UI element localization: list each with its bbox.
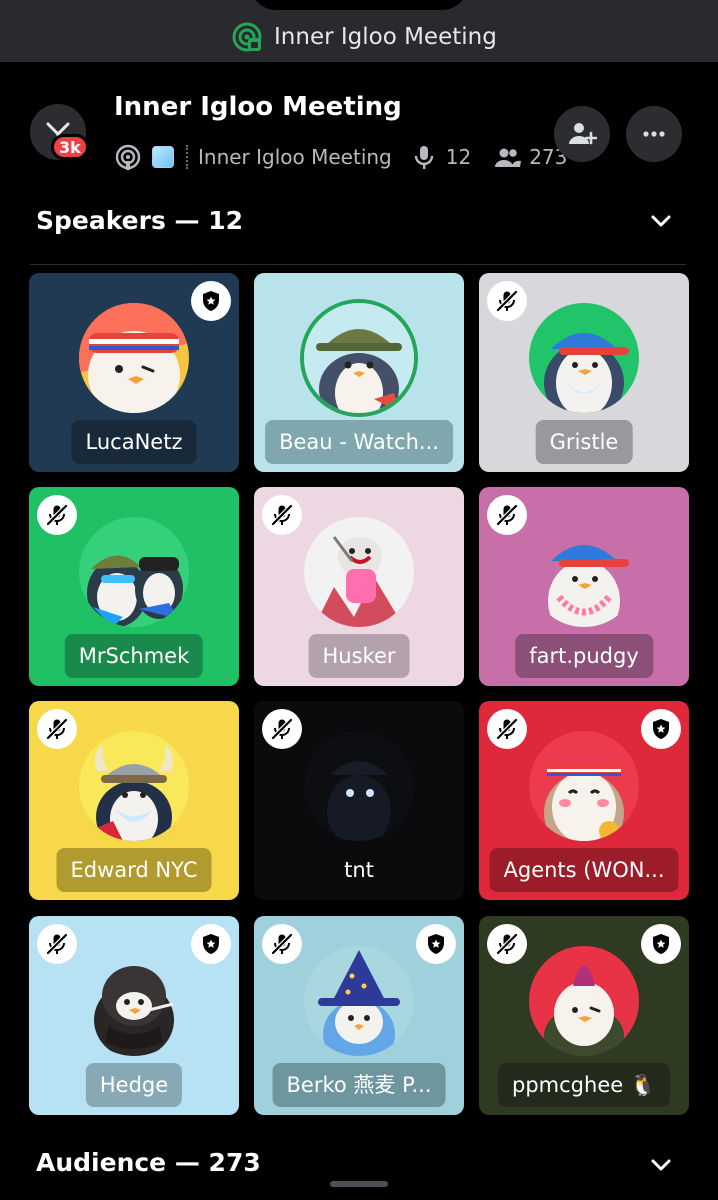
speaker-name: ppmcghee 🐧 bbox=[498, 1063, 670, 1107]
speaker-tile[interactable]: Berko 燕麦 P... bbox=[254, 916, 464, 1115]
moderator-badge bbox=[191, 281, 231, 321]
speaker-tile[interactable]: Agents (WON... bbox=[479, 701, 689, 900]
stage-meta-row: Inner Igloo Meeting 12 273 bbox=[114, 142, 589, 172]
speaker-tile[interactable]: Beau - Watch... bbox=[254, 273, 464, 472]
avatar bbox=[79, 517, 189, 627]
avatar bbox=[529, 303, 639, 413]
speaker-name: Agents (WON... bbox=[489, 848, 679, 892]
speaker-name: Husker bbox=[308, 634, 410, 678]
moderator-badge bbox=[416, 924, 456, 964]
microphone-off-icon bbox=[495, 932, 519, 956]
speaker-name: fart.pudgy bbox=[515, 634, 653, 678]
speaker-name: Edward NYC bbox=[56, 848, 212, 892]
ice-cube-emoji bbox=[152, 146, 174, 168]
microphone-off-icon bbox=[45, 503, 69, 527]
speaker-tile[interactable]: Edward NYC bbox=[29, 701, 239, 900]
muted-indicator bbox=[487, 709, 527, 749]
stage-title-bar[interactable]: Inner Igloo Meeting bbox=[232, 22, 497, 52]
avatar bbox=[304, 731, 414, 841]
top-bar: Inner Igloo Meeting bbox=[0, 0, 718, 62]
avatar bbox=[304, 517, 414, 627]
shield-star-icon bbox=[199, 932, 223, 956]
chevron-down-icon[interactable] bbox=[648, 208, 674, 234]
microphone-off-icon bbox=[495, 503, 519, 527]
speaker-name: Hedge bbox=[85, 1063, 183, 1107]
muted-indicator bbox=[262, 709, 302, 749]
moderator-badge bbox=[191, 924, 231, 964]
speakers-heading: Speakers — 12 bbox=[36, 206, 244, 235]
shield-star-icon bbox=[424, 932, 448, 956]
muted-indicator bbox=[262, 495, 302, 535]
chevron-down-icon[interactable] bbox=[648, 1152, 674, 1178]
speaker-tile[interactable]: ppmcghee 🐧 bbox=[479, 916, 689, 1115]
microphone-off-icon bbox=[495, 717, 519, 741]
section-divider bbox=[30, 264, 686, 265]
speaker-tile[interactable]: Hedge bbox=[29, 916, 239, 1115]
shield-star-icon bbox=[649, 932, 673, 956]
moderator-badge bbox=[641, 924, 681, 964]
stage-icon bbox=[115, 144, 141, 170]
server-badge: 3k bbox=[51, 134, 89, 160]
avatar bbox=[529, 517, 639, 627]
camera-notch bbox=[250, 0, 468, 10]
muted-indicator bbox=[487, 281, 527, 321]
more-icon bbox=[643, 131, 665, 137]
shield-star-icon bbox=[649, 717, 673, 741]
avatar bbox=[304, 303, 414, 413]
microphone-off-icon bbox=[45, 932, 69, 956]
avatar bbox=[304, 946, 414, 1056]
microphone-icon bbox=[414, 146, 433, 169]
muted-indicator bbox=[37, 495, 77, 535]
microphone-off-icon bbox=[270, 503, 294, 527]
audience-heading: Audience — 273 bbox=[36, 1148, 261, 1177]
speaker-name: Berko 燕麦 P... bbox=[272, 1063, 446, 1107]
add-user-button[interactable] bbox=[554, 106, 610, 162]
stage-channel-icon bbox=[232, 22, 262, 52]
speaker-name: tnt bbox=[344, 858, 374, 882]
moderator-badge bbox=[641, 709, 681, 749]
speaker-name: MrSchmek bbox=[64, 634, 204, 678]
home-indicator[interactable] bbox=[330, 1181, 388, 1187]
microphone-off-icon bbox=[495, 289, 519, 313]
avatar bbox=[79, 303, 189, 413]
speaker-tile[interactable]: tnt bbox=[254, 701, 464, 900]
more-options-button[interactable] bbox=[626, 106, 682, 162]
stage-title-text: Inner Igloo Meeting bbox=[274, 24, 497, 50]
speaker-tile[interactable]: LucaNetz bbox=[29, 273, 239, 472]
people-icon bbox=[495, 148, 522, 167]
avatar bbox=[79, 946, 189, 1056]
speaker-tile[interactable]: fart.pudgy bbox=[479, 487, 689, 686]
speaker-count: 12 bbox=[445, 145, 472, 169]
meta-divider bbox=[186, 145, 188, 169]
microphone-off-icon bbox=[270, 717, 294, 741]
speaker-tile[interactable]: Gristle bbox=[479, 273, 689, 472]
muted-indicator bbox=[487, 495, 527, 535]
speaker-name: LucaNetz bbox=[71, 420, 197, 464]
muted-indicator bbox=[262, 924, 302, 964]
avatar bbox=[529, 731, 639, 841]
avatar bbox=[79, 731, 189, 841]
microphone-off-icon bbox=[270, 932, 294, 956]
muted-indicator bbox=[487, 924, 527, 964]
microphone-off-icon bbox=[45, 717, 69, 741]
speaker-name: Gristle bbox=[535, 420, 633, 464]
speaker-tile[interactable]: Husker bbox=[254, 487, 464, 686]
muted-indicator bbox=[37, 709, 77, 749]
shield-star-icon bbox=[199, 289, 223, 313]
event-title: Inner Igloo Meeting bbox=[114, 92, 402, 122]
speaker-name: Beau - Watch... bbox=[265, 420, 453, 464]
avatar bbox=[529, 946, 639, 1056]
speaker-tile[interactable]: MrSchmek bbox=[29, 487, 239, 686]
add-user-icon bbox=[569, 123, 597, 145]
channel-name: Inner Igloo Meeting bbox=[198, 145, 392, 169]
muted-indicator bbox=[37, 924, 77, 964]
